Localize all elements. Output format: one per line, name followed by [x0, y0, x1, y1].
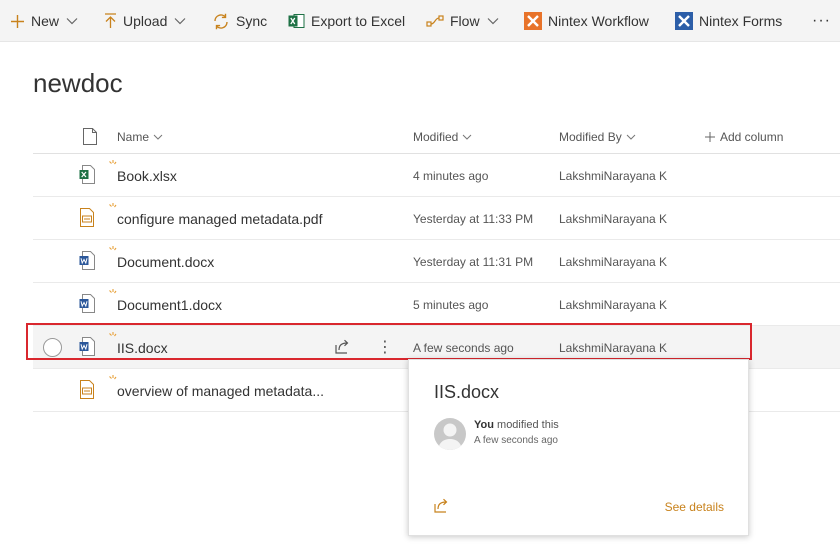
upload-button[interactable]: Upload: [104, 0, 186, 42]
nintex-forms-button[interactable]: Nintex Forms: [675, 0, 782, 42]
pdf-file-icon: [79, 208, 95, 230]
chevron-down-icon: [153, 134, 163, 140]
activity-time: A few seconds ago: [474, 435, 558, 446]
page-title: newdoc: [33, 68, 123, 98]
avatar: [434, 418, 466, 450]
file-name-link[interactable]: Document1.docx: [117, 297, 222, 313]
modified-value: Yesterday at 11:31 PM: [413, 255, 534, 269]
more-commands-label: ···: [812, 12, 831, 29]
pdf-file-icon: [79, 380, 95, 402]
file-hover-card: IIS.docx You modified this A few seconds…: [408, 359, 749, 536]
excel-icon: [288, 13, 305, 29]
selection-highlight: [26, 323, 752, 360]
upload-label: Upload: [123, 13, 168, 29]
add-column-label: Add column: [720, 130, 784, 144]
name-column-label: Name: [117, 130, 150, 144]
see-details-link[interactable]: See details: [665, 500, 724, 514]
more-commands-button[interactable]: ···: [812, 0, 831, 42]
upload-arrow-icon: [104, 13, 117, 29]
file-name-link[interactable]: configure managed metadata.pdf: [117, 211, 322, 227]
new-label: New: [31, 13, 60, 29]
modified-by-column-header[interactable]: Modified By: [559, 130, 636, 144]
hover-card-title[interactable]: IIS.docx: [434, 382, 499, 403]
modified-column-header[interactable]: Modified: [413, 130, 472, 144]
flow-icon: [426, 14, 444, 28]
word-file-icon: [79, 294, 95, 316]
modified-column-label: Modified: [413, 130, 459, 144]
file-name-link[interactable]: overview of managed metadata...: [117, 383, 324, 399]
chevron-down-icon: [174, 17, 186, 25]
table-row[interactable]: Document.docx Yesterday at 11:31 PM Laks…: [33, 240, 840, 283]
modified-value: 5 minutes ago: [413, 298, 489, 312]
plus-icon: [10, 14, 25, 29]
export-to-excel-button[interactable]: Export to Excel: [288, 0, 405, 42]
chevron-down-icon: [462, 134, 472, 140]
activity-actor: You: [474, 419, 494, 431]
sync-label: Sync: [236, 13, 268, 29]
flow-label: Flow: [450, 13, 480, 29]
nintex-workflow-button[interactable]: Nintex Workflow: [524, 0, 649, 42]
word-file-icon: [79, 251, 95, 273]
add-column-button[interactable]: Add column: [705, 130, 783, 144]
modified-by-value: LakshmiNarayana K: [559, 169, 668, 183]
share-icon[interactable]: [434, 498, 450, 518]
flow-button[interactable]: Flow: [426, 0, 499, 42]
activity-action: modified this: [493, 419, 559, 431]
activity-text: You modified this: [474, 419, 559, 431]
chevron-down-icon: [487, 17, 499, 25]
nintex-workflow-icon: [524, 12, 542, 30]
nintex-forms-label: Nintex Forms: [699, 13, 783, 29]
chevron-down-icon: [626, 134, 636, 140]
modified-value: Yesterday at 11:33 PM: [413, 212, 534, 226]
plus-icon: [705, 132, 715, 142]
nintex-forms-icon: [675, 12, 693, 30]
modified-by-column-label: Modified By: [559, 130, 622, 144]
chevron-down-icon: [66, 17, 78, 25]
command-bar: New Upload Sync Export to Excel Flow Nin…: [0, 0, 840, 42]
modified-by-value: LakshmiNarayana K: [559, 212, 668, 226]
modified-by-value: LakshmiNarayana K: [559, 255, 668, 269]
modified-value: 4 minutes ago: [413, 169, 489, 183]
column-header-row: Name Modified Modified By Add column: [33, 124, 840, 154]
table-row[interactable]: configure managed metadata.pdf Yesterday…: [33, 197, 840, 240]
file-name-link[interactable]: Book.xlsx: [117, 168, 177, 184]
modified-by-value: LakshmiNarayana K: [559, 298, 668, 312]
new-button[interactable]: New: [10, 0, 78, 42]
excel-file-icon: [79, 165, 95, 187]
file-name-link[interactable]: Document.docx: [117, 254, 214, 270]
sync-icon: [212, 13, 230, 30]
table-row[interactable]: Document1.docx 5 minutes ago LakshmiNara…: [33, 283, 840, 326]
sync-button[interactable]: Sync: [212, 0, 267, 42]
name-column-header[interactable]: Name: [117, 130, 163, 144]
nintex-workflow-label: Nintex Workflow: [548, 13, 649, 29]
export-label: Export to Excel: [311, 13, 406, 29]
table-row[interactable]: Book.xlsx 4 minutes ago LakshmiNarayana …: [33, 154, 840, 197]
file-type-header-icon[interactable]: [83, 128, 97, 145]
